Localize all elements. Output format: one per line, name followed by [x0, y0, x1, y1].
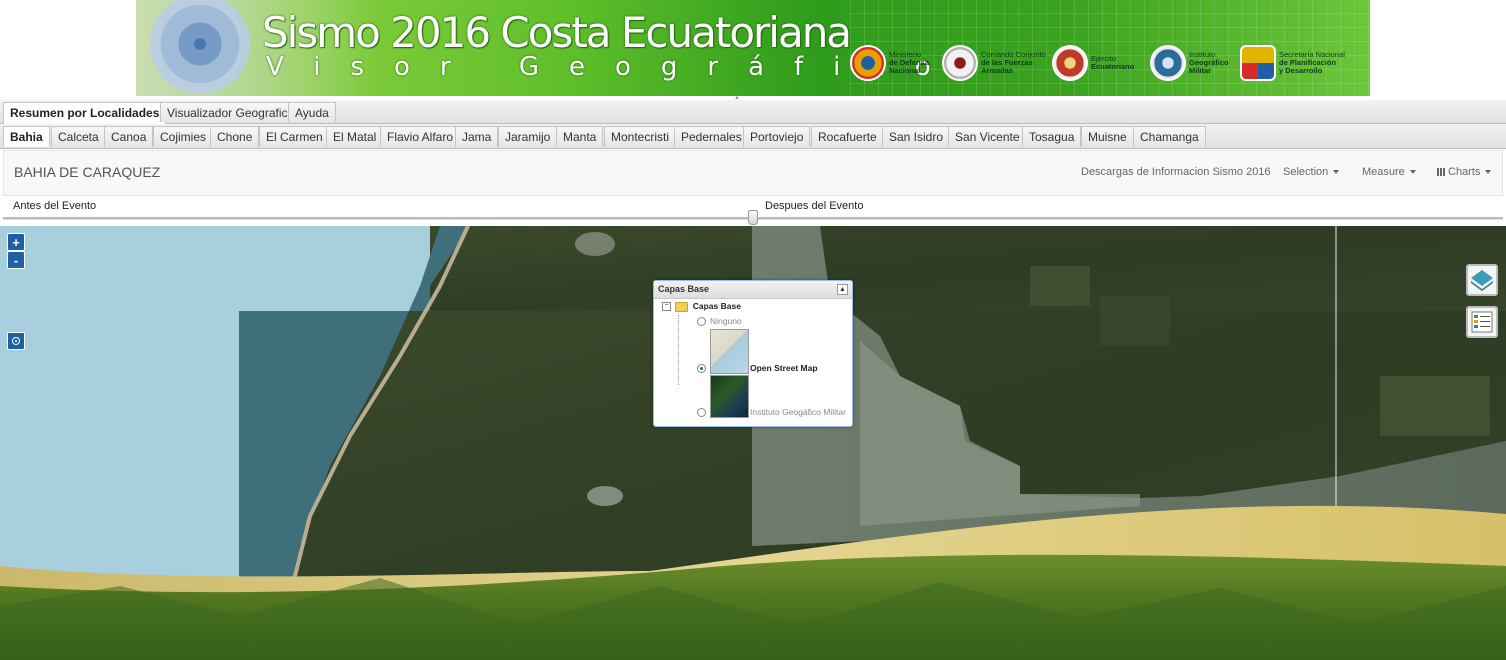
tab-jaramijo[interactable]: Jaramijo: [498, 126, 558, 147]
tab-tosagua[interactable]: Tosagua: [1022, 126, 1082, 147]
tab-visualizador-geografico[interactable]: Visualizador Geografico: [160, 102, 302, 122]
tab-bahia[interactable]: Bahia: [3, 126, 50, 147]
layer-radio-ninguno[interactable]: [697, 317, 706, 326]
logo-text: Ecuatoriano: [1091, 62, 1135, 71]
tab-canoa[interactable]: Canoa: [104, 126, 154, 147]
before-event-label: Antes del Evento: [13, 200, 97, 212]
ministerio-defensa-seal-icon: [850, 45, 886, 81]
folder-icon: [675, 301, 689, 312]
locality-navbar: BAHIA DE CARAQUEZ Descargas de Informaci…: [3, 150, 1503, 196]
logo-text: y Desarrollo: [1279, 66, 1323, 75]
caret-down-icon: [1409, 170, 1416, 175]
panel-title: Capas Base: [658, 284, 710, 294]
tab-muisne[interactable]: Muisne: [1081, 126, 1134, 147]
swipe-compare-bar: Antes del Evento Despues del Evento: [0, 197, 1506, 226]
logo-igm: Instituto Geográfico Militar: [1150, 44, 1241, 82]
caret-down-icon: [1485, 170, 1492, 175]
legend-icon: [1471, 311, 1493, 333]
logo-text: Militar: [1189, 66, 1212, 75]
tab-jama[interactable]: Jama: [455, 126, 499, 147]
zoom-in-button[interactable]: +: [7, 233, 25, 251]
logo-text: Armadas: [981, 66, 1014, 75]
geolocate-button[interactable]: [7, 332, 25, 350]
tab-pedernales[interactable]: Pedernales: [674, 126, 749, 147]
charts-label: Charts: [1448, 166, 1481, 178]
tab-resumen-localidades[interactable]: Resumen por Localidades: [3, 102, 167, 124]
header-banner: Sismo 2016 Costa Ecuatoriana Visor Geogr…: [136, 0, 1370, 96]
logo-ejercito: Ejército Ecuatoriano: [1052, 44, 1143, 82]
tab-montecristi[interactable]: Montecristi: [604, 126, 677, 147]
igm-seal-icon: [1150, 45, 1186, 81]
map-viewport[interactable]: + - Capas Base ▲ − Capas Base Ninguno Op…: [0, 226, 1506, 660]
logo-text: Nacional: [889, 66, 921, 75]
layer-label-osm[interactable]: Open Street Map: [750, 363, 818, 373]
measure-dropdown[interactable]: Measure: [1362, 166, 1416, 178]
tab-el-matal[interactable]: El Matal: [326, 126, 384, 147]
layer-label-igm[interactable]: Instituto Geogáfico Militar: [750, 407, 846, 417]
tab-cojimies[interactable]: Cojimies: [153, 126, 214, 147]
ejercito-seal-icon: [1052, 45, 1088, 81]
igm-thumbnail: [710, 375, 749, 418]
layer-folder-node[interactable]: − Capas Base: [662, 301, 741, 312]
osm-thumbnail: [710, 329, 749, 374]
page-title: BAHIA DE CARAQUEZ: [14, 164, 161, 180]
tab-portoviejo[interactable]: Portoviejo: [743, 126, 811, 147]
base-layers-panel-header: Capas Base ▲: [654, 281, 852, 299]
logo-ministerio-defensa: Ministerio de Defensa Nacional: [850, 44, 941, 82]
selection-dropdown[interactable]: Selection: [1283, 166, 1340, 178]
zoom-out-button[interactable]: -: [7, 251, 25, 269]
selection-label: Selection: [1283, 166, 1329, 178]
caret-down-icon: [1333, 170, 1340, 175]
tab-flavio-alfaro[interactable]: Flavio Alfaro: [380, 126, 461, 147]
base-layers-toggle-button[interactable]: [1466, 264, 1498, 296]
collapse-panel-button[interactable]: ▲: [837, 284, 848, 295]
legend-toggle-button[interactable]: [1466, 306, 1498, 338]
layer-radio-igm[interactable]: [697, 408, 706, 417]
base-layers-panel: Capas Base ▲ − Capas Base Ninguno Open S…: [653, 280, 853, 427]
layers-icon: [1471, 270, 1493, 291]
senplades-seal-icon: [1240, 45, 1276, 81]
comando-conjunto-seal-icon: [942, 45, 978, 81]
tab-manta[interactable]: Manta: [556, 126, 604, 147]
downloads-link[interactable]: Descargas de Informacion Sismo 2016: [1081, 166, 1271, 178]
tab-san-vicente[interactable]: San Vicente: [948, 126, 1027, 147]
logo-comando-conjunto: Comando Conjunto de las Fuerzas Armadas: [942, 44, 1047, 82]
bar-chart-icon: [1437, 168, 1445, 176]
folder-label: Capas Base: [692, 301, 741, 311]
tab-san-isidro[interactable]: San Isidro: [882, 126, 951, 147]
tab-ayuda[interactable]: Ayuda: [288, 102, 336, 122]
layer-label-ninguno[interactable]: Ninguno: [710, 316, 742, 326]
measure-label: Measure: [1362, 166, 1405, 178]
after-event-label: Despues del Evento: [765, 200, 864, 212]
locality-tab-bar: Bahia Calceta Canoa Cojimies Chone El Ca…: [0, 124, 1506, 149]
banner-title: Sismo 2016 Costa Ecuatoriana: [262, 8, 852, 57]
tab-rocafuerte[interactable]: Rocafuerte: [811, 126, 884, 147]
tab-el-carmen[interactable]: El Carmen: [259, 126, 330, 147]
layer-radio-osm[interactable]: [697, 364, 706, 373]
charts-dropdown[interactable]: Charts: [1437, 166, 1492, 178]
locate-dot-icon: [15, 340, 17, 342]
logo-senplades: Secretaría Nacional de Planificación y Des…: [1240, 44, 1349, 82]
swipe-slider-handle[interactable]: [748, 210, 758, 225]
tab-chamanga[interactable]: Chamanga: [1133, 126, 1206, 147]
main-tab-bar: Resumen por Localidades Visualizador Geo…: [0, 100, 1506, 124]
tab-chone[interactable]: Chone: [210, 126, 260, 147]
tab-calceta[interactable]: Calceta: [51, 126, 106, 147]
tree-collapse-icon[interactable]: −: [662, 302, 671, 312]
